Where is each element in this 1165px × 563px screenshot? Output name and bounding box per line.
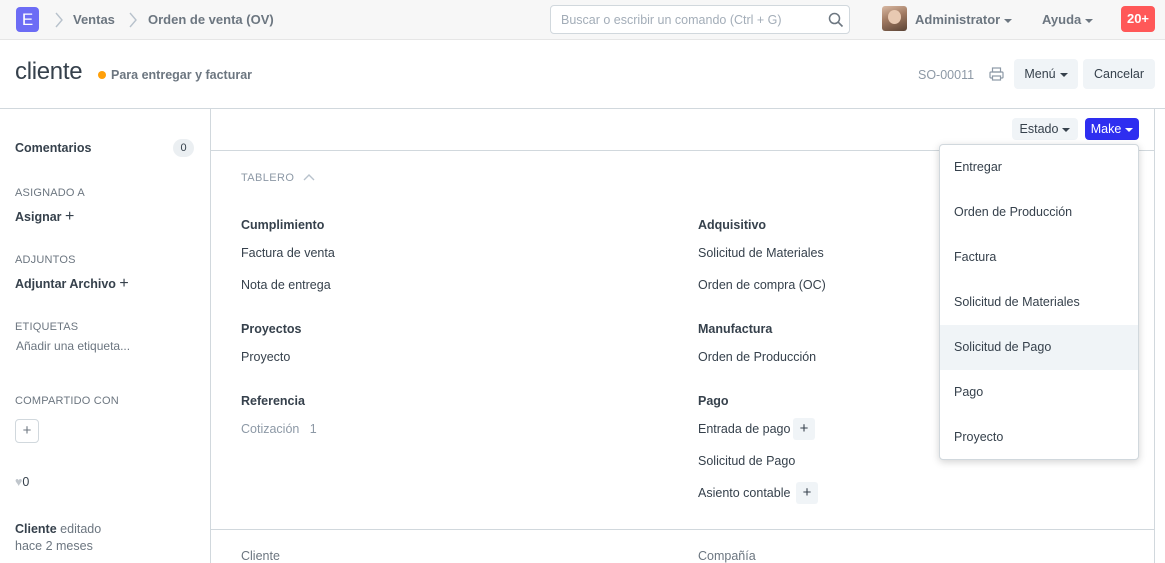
- group-title-referencia: Referencia: [241, 394, 305, 408]
- breadcrumb-sales-order[interactable]: Orden de venta (OV): [148, 12, 274, 27]
- activity-time: hace 2 meses: [15, 539, 93, 553]
- add-journal-entry-button[interactable]: +: [796, 482, 818, 504]
- dashboard-title[interactable]: TABLERO: [241, 172, 294, 184]
- group-title-adquisitivo: Adquisitivo: [698, 218, 767, 232]
- notifications-badge[interactable]: 20+: [1121, 6, 1155, 32]
- activity-user[interactable]: Cliente: [15, 522, 57, 536]
- app-logo[interactable]: E: [16, 7, 39, 32]
- link-purchase-order[interactable]: Orden de compra (OC): [698, 278, 826, 292]
- activity-action: editado: [60, 522, 102, 536]
- cancel-button[interactable]: Cancelar: [1083, 59, 1155, 89]
- link-journal-entry[interactable]: Asiento contable: [698, 486, 790, 500]
- quotation-count: 1: [309, 422, 317, 436]
- assign-label: Asignar: [15, 210, 62, 224]
- make-menu-item-solicitud-pago[interactable]: Solicitud de Pago: [940, 325, 1138, 370]
- caret-down-icon: [1059, 72, 1068, 77]
- make-menu-item-entregar[interactable]: Entregar: [940, 145, 1138, 190]
- link-material-request[interactable]: Solicitud de Materiales: [698, 246, 824, 260]
- help-menu[interactable]: Ayuda: [1042, 12, 1094, 27]
- customer-field-label: Cliente: [241, 549, 280, 563]
- chevron-right-icon: [129, 12, 137, 28]
- search-box: [550, 5, 850, 34]
- like-button[interactable]: ♥0: [15, 475, 29, 489]
- page-title: cliente: [15, 58, 83, 85]
- print-icon[interactable]: [989, 67, 1004, 81]
- menu-button[interactable]: Menú: [1014, 59, 1078, 89]
- plus-icon: +: [799, 420, 809, 437]
- plus-icon: +: [802, 484, 812, 501]
- quotation-label: Cotización: [241, 422, 300, 436]
- make-menu-item-solicitud-materiales[interactable]: Solicitud de Materiales: [940, 280, 1138, 325]
- divider: [211, 529, 1154, 530]
- make-menu-item-pago[interactable]: Pago: [940, 370, 1138, 415]
- company-field-label: Compañía: [698, 549, 756, 563]
- link-payment-entry[interactable]: Entrada de pago: [698, 422, 790, 436]
- make-menu-item-factura[interactable]: Factura: [940, 235, 1138, 280]
- search-icon[interactable]: [828, 12, 844, 28]
- group-title-proyectos: Proyectos: [241, 322, 302, 336]
- add-payment-entry-button[interactable]: +: [793, 418, 815, 440]
- comments-link[interactable]: Comentarios: [15, 141, 91, 155]
- breadcrumb-ventas[interactable]: Ventas: [73, 12, 115, 27]
- make-dropdown-menu: Entregar Orden de Producción Factura Sol…: [939, 144, 1139, 460]
- search-input[interactable]: [551, 6, 811, 33]
- chevron-up-icon[interactable]: [303, 173, 315, 182]
- assign-button[interactable]: Asignar +: [15, 208, 74, 226]
- chevron-right-icon: [55, 12, 63, 28]
- navbar: E Ventas Orden de venta (OV) Administrat…: [0, 0, 1165, 40]
- make-menu-item-orden-produccion[interactable]: Orden de Producción: [940, 190, 1138, 235]
- attach-label: Adjuntar Archivo: [15, 277, 116, 291]
- status-dropdown-button[interactable]: Estado: [1012, 118, 1078, 140]
- caret-down-icon: [1004, 18, 1013, 23]
- avatar[interactable]: [882, 6, 907, 31]
- comments-count-badge: 0: [173, 139, 194, 157]
- link-project[interactable]: Proyecto: [241, 350, 290, 364]
- plus-icon: +: [119, 275, 129, 292]
- make-menu-item-proyecto[interactable]: Proyecto: [940, 415, 1138, 460]
- activity-item: Cliente editado: [15, 522, 101, 536]
- group-title-cumplimiento: Cumplimiento: [241, 218, 325, 232]
- make-button-label: Make: [1090, 122, 1122, 136]
- like-count: 0: [22, 475, 30, 489]
- plus-icon: +: [22, 422, 32, 439]
- attachments-heading: ADJUNTOS: [15, 254, 76, 266]
- status-indicator-dot: [98, 71, 106, 79]
- caret-down-icon: [1062, 127, 1071, 132]
- link-sales-invoice[interactable]: Factura de venta: [241, 246, 335, 260]
- caret-down-icon: [1125, 127, 1134, 132]
- status-button-label: Estado: [1019, 122, 1059, 136]
- share-add-button[interactable]: +: [15, 419, 39, 443]
- help-label: Ayuda: [1042, 12, 1082, 27]
- link-quotation[interactable]: Cotización 1: [241, 422, 317, 436]
- link-payment-request[interactable]: Solicitud de Pago: [698, 454, 795, 468]
- document-id: SO-00011: [918, 68, 975, 82]
- user-name: Administrator: [915, 12, 1001, 27]
- user-menu[interactable]: Administrator: [915, 12, 1013, 27]
- status-text: Para entregar y facturar: [111, 68, 253, 82]
- link-production-order[interactable]: Orden de Producción: [698, 350, 816, 364]
- attach-file-button[interactable]: Adjuntar Archivo +: [15, 275, 129, 293]
- group-title-manufactura: Manufactura: [698, 322, 773, 336]
- add-tag-input[interactable]: Añadir una etiqueta...: [16, 339, 130, 353]
- plus-icon: +: [65, 208, 75, 225]
- group-title-pago: Pago: [698, 394, 729, 408]
- tags-heading: ETIQUETAS: [15, 321, 79, 333]
- caret-down-icon: [1085, 18, 1094, 23]
- shared-heading: COMPARTIDO CON: [15, 395, 119, 407]
- make-button[interactable]: Make: [1085, 118, 1139, 140]
- link-delivery-note[interactable]: Nota de entrega: [241, 278, 331, 292]
- assigned-heading: ASIGNADO A: [15, 187, 85, 199]
- menu-button-label: Menú: [1024, 67, 1056, 81]
